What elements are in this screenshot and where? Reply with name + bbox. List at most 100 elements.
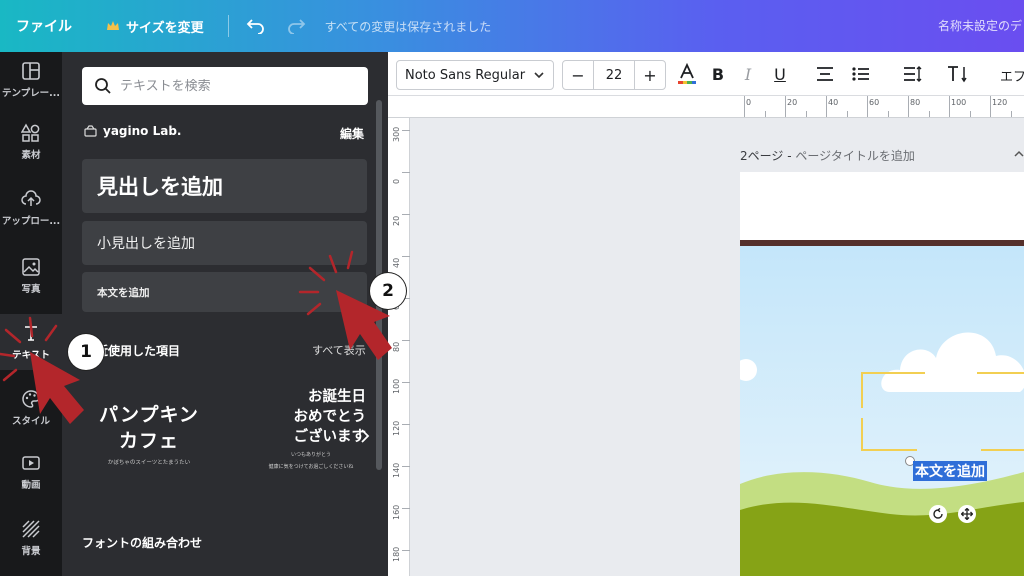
redo-button[interactable] [283, 13, 309, 39]
rail-item-uploads[interactable]: アップロー... [0, 180, 62, 236]
rail-item-text[interactable]: テキスト [0, 314, 62, 370]
font-size-value[interactable]: 22 [593, 61, 635, 89]
palette-icon [22, 390, 40, 408]
align-button[interactable] [814, 62, 836, 86]
bold-button[interactable]: B [708, 62, 728, 86]
page-title[interactable]: 2ページ - ページタイトルを追加 [740, 147, 915, 164]
ruler-tick [402, 340, 410, 341]
ruler-tick [402, 550, 410, 551]
font-family-dropdown[interactable]: Noto Sans Regular [396, 60, 554, 90]
rail-item-styles[interactable]: スタイル [0, 380, 62, 436]
font-size-stepper: − 22 + [562, 60, 666, 90]
italic-button[interactable]: I [738, 62, 758, 86]
decrease-size-button[interactable]: − [563, 61, 593, 89]
chevron-right-icon[interactable] [358, 428, 372, 444]
rotate-control[interactable] [929, 505, 947, 523]
ruler-tick-label: 20 [787, 98, 798, 107]
thumb-line: パンプキン [99, 404, 199, 426]
add-body-text-button[interactable]: 本文を追加 [82, 272, 367, 312]
ruler-tick [928, 111, 930, 117]
ruler-tick [826, 96, 827, 117]
ruler-tick-label: 80 [392, 341, 401, 352]
cloud-upload-icon [21, 190, 41, 206]
page-title-hint: ページタイトルを追加 [795, 149, 915, 163]
ruler-tick [764, 111, 766, 117]
search-input[interactable] [120, 78, 350, 94]
file-menu[interactable]: ファイル [16, 16, 72, 36]
rail-item-videos[interactable]: 動画 [0, 444, 62, 500]
search-box[interactable] [82, 67, 368, 105]
list-button[interactable] [850, 62, 872, 86]
brand-name: yagino Lab. [103, 124, 182, 138]
video-icon [22, 456, 40, 470]
design-page[interactable]: 本文を追加 [740, 172, 1024, 576]
recent-template-pumpkin-cafe[interactable]: パンプキン カフェ かぼちゃのスイーツとたまうたい [84, 402, 214, 466]
ruler-tick-label: 100 [392, 378, 401, 394]
font-combinations-title: フォントの組み合わせ [82, 536, 203, 550]
line-spacing-icon [904, 66, 922, 82]
rail-label: アップロー... [1, 216, 61, 227]
ruler-tick-label: 300 [392, 126, 401, 142]
ruler-tick-label: 160 [392, 504, 401, 520]
ruler-tick [402, 382, 410, 383]
text-panel: yagino Lab. 編集 見出しを追加 小見出しを追加 本文を追加 最近使用… [62, 52, 388, 576]
ruler-tick-label: 0 [746, 98, 752, 107]
thumb-small-text: いつもありがとう [290, 452, 331, 458]
template-icon [22, 62, 40, 80]
selected-frame[interactable] [861, 372, 1024, 451]
rail-label: テキスト [12, 350, 50, 361]
text-color-button[interactable] [676, 62, 698, 86]
rail-label: 写真 [21, 284, 41, 295]
ruler-tick-label: 100 [951, 98, 967, 107]
ruler-tick [969, 111, 971, 117]
ruler-tick [1010, 111, 1012, 117]
effects-button[interactable]: エフ [1000, 66, 1024, 85]
see-all-link[interactable]: すべて表示 [312, 342, 366, 358]
top-bar: ファイル サイズを変更 すべての変更は保存されました 名称未設定のデ [0, 0, 1024, 52]
cloud-illustration [740, 359, 757, 381]
background-pattern-icon [22, 520, 40, 538]
add-heading-button[interactable]: 見出しを追加 [82, 159, 367, 213]
redo-icon [287, 19, 305, 34]
document-title[interactable]: 名称未設定のデ [938, 17, 1022, 34]
rail-item-templates[interactable]: テンプレー... [0, 52, 62, 108]
ruler-tick [785, 96, 786, 117]
edit-link[interactable]: 編集 [340, 125, 364, 142]
ruler-tick-label: 80 [910, 98, 921, 107]
font-family-value: Noto Sans Regular [405, 67, 526, 83]
ruler-tick [949, 96, 950, 117]
ruler-tick [846, 111, 848, 117]
rotate-icon [933, 508, 943, 519]
undo-button[interactable] [243, 13, 269, 39]
image-icon [22, 258, 40, 276]
recent-template-birthday[interactable]: お誕生日 おめでとう ございます いつもありがとう 健康に気をつけてお過ごしくだ… [256, 387, 366, 471]
rail-item-photos[interactable]: 写真 [0, 248, 62, 304]
chevron-up-icon[interactable] [1014, 150, 1024, 158]
vertical-text-button[interactable] [946, 62, 970, 86]
rail-item-background[interactable]: 背景 [0, 510, 62, 566]
ruler-tick [402, 256, 410, 257]
ruler-tick [990, 96, 991, 117]
brand-kit[interactable]: yagino Lab. [84, 124, 181, 138]
move-control[interactable] [958, 505, 976, 523]
selected-text-element[interactable]: 本文を追加 [913, 461, 987, 481]
brand-kit-icon [84, 125, 97, 137]
search-icon [95, 78, 111, 94]
add-subheading-button[interactable]: 小見出しを追加 [82, 221, 367, 265]
bullet-list-icon [852, 67, 869, 81]
vertical-ruler: 300020406080100120140160180 [388, 118, 410, 576]
resize-button[interactable]: サイズを変更 [106, 17, 204, 36]
thumb-line: お誕生日 [308, 389, 366, 405]
page-label: 2ページ - [740, 149, 796, 163]
increase-size-button[interactable]: + [635, 61, 665, 89]
step-badge-2: 2 [370, 273, 406, 309]
rail-label: 動画 [21, 480, 41, 491]
underline-button[interactable]: U [770, 62, 790, 86]
resize-label: サイズを変更 [126, 20, 204, 36]
move-icon [961, 508, 973, 520]
ruler-tick-label: 0 [392, 178, 401, 184]
ruler-tick [744, 96, 745, 117]
rail-label: スタイル [11, 416, 50, 427]
spacing-button[interactable] [902, 62, 924, 86]
rail-item-elements[interactable]: 素材 [0, 114, 62, 170]
